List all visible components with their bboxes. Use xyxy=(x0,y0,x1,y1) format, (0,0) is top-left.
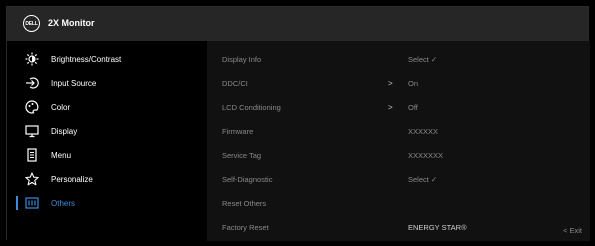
brightness-icon xyxy=(25,52,39,66)
setting-label: DDC/CI xyxy=(222,78,248,88)
setting-label: Self-Diagnostic xyxy=(222,174,273,184)
sidebar-item-personalize[interactable]: Personalize xyxy=(7,167,207,191)
setting-label: Factory Reset xyxy=(222,222,269,232)
sidebar-item-label: Input Source xyxy=(51,78,97,88)
setting-value: XXXXXX xyxy=(408,126,439,136)
sidebar-item-display[interactable]: Display xyxy=(7,119,207,143)
setting-row-factory-reset[interactable]: Factory Reset ENERGY STAR® xyxy=(207,215,590,239)
setting-row-display-info[interactable]: Display Info Select ✓ xyxy=(207,47,590,71)
energy-star-label: ENERGY STAR® xyxy=(408,222,467,232)
monitor-model-title: 2X Monitor xyxy=(48,18,95,28)
exit-button[interactable]: < Exit xyxy=(563,226,582,235)
title-bar: DELL 2X Monitor xyxy=(7,7,588,41)
sidebar-item-label: Display xyxy=(51,126,78,136)
sidebar-item-label: Personalize xyxy=(51,174,93,184)
setting-label: Display Info xyxy=(222,54,262,64)
sidebar-menu: Brightness/Contrast Input Source Color D… xyxy=(7,41,207,241)
sidebar-item-label: Brightness/Contrast xyxy=(51,54,122,64)
active-indicator xyxy=(16,196,18,210)
setting-value: XXXXXXX xyxy=(408,150,444,160)
sidebar-item-menu[interactable]: Menu xyxy=(7,143,207,167)
setting-label: Service Tag xyxy=(222,150,262,160)
setting-row-self-diagnostic[interactable]: Self-Diagnostic Select ✓ xyxy=(207,167,590,191)
sidebar-item-others[interactable]: Others xyxy=(7,191,207,215)
settings-panel: Display Info Select ✓ DDC/CI > On LCD Co… xyxy=(207,41,590,241)
setting-row-service-tag: Service Tag XXXXXXX xyxy=(207,143,590,167)
monitor-osd-menu: DELL 2X Monitor Brightness/Contrast Inpu… xyxy=(6,6,590,241)
chevron-right-icon: > xyxy=(388,102,393,112)
others-icon xyxy=(25,197,39,209)
sidebar-item-brightness-contrast[interactable]: Brightness/Contrast xyxy=(7,47,207,71)
sidebar-item-input-source[interactable]: Input Source xyxy=(7,71,207,95)
sidebar-item-label: Color xyxy=(51,102,71,112)
setting-value: Select ✓ xyxy=(408,174,438,184)
sidebar-item-color[interactable]: Color xyxy=(7,95,207,119)
setting-row-ddc-ci[interactable]: DDC/CI > On xyxy=(207,71,590,95)
display-icon xyxy=(25,125,39,138)
setting-label: LCD Conditioning xyxy=(222,102,281,112)
setting-row-firmware: Firmware XXXXXX xyxy=(207,119,590,143)
setting-row-reset-others[interactable]: Reset Others xyxy=(207,191,590,215)
setting-label: Reset Others xyxy=(222,198,267,208)
setting-value: Off xyxy=(408,102,418,112)
dell-logo: DELL xyxy=(23,15,40,32)
setting-label: Firmware xyxy=(222,126,254,136)
chevron-right-icon: > xyxy=(388,78,393,88)
setting-row-lcd-conditioning[interactable]: LCD Conditioning > Off xyxy=(207,95,590,119)
setting-value: Select ✓ xyxy=(408,54,438,64)
input-source-icon xyxy=(26,77,39,89)
color-palette-icon xyxy=(25,100,39,114)
menu-icon xyxy=(27,148,37,162)
setting-value: On xyxy=(408,78,419,88)
sidebar-item-label: Menu xyxy=(51,150,72,160)
star-icon xyxy=(25,172,39,186)
sidebar-item-label: Others xyxy=(51,198,76,208)
